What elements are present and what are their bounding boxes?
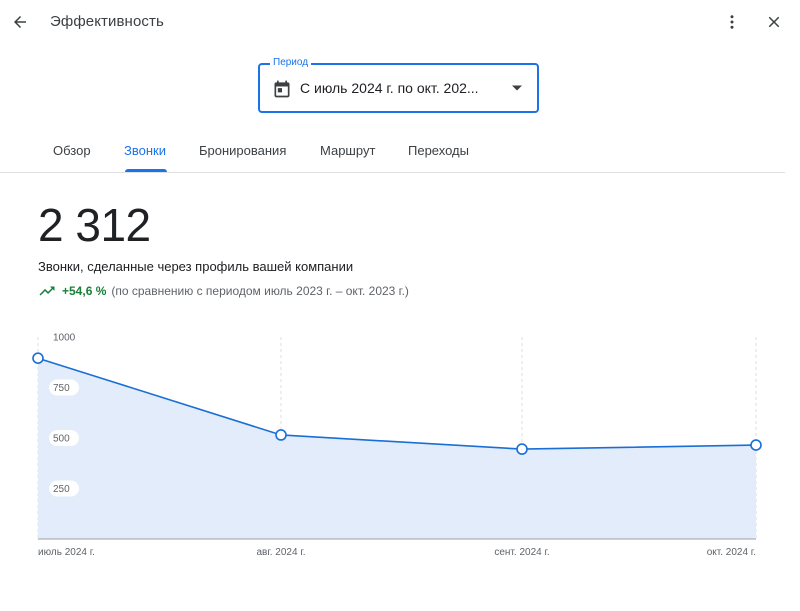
data-point[interactable]: [275, 429, 287, 441]
metric-description: Звонки, сделанные через профиль вашей ко…: [38, 259, 354, 274]
period-label: Период: [270, 56, 312, 70]
tab-bookings[interactable]: Бронирования: [199, 143, 286, 158]
tab-bar: Обзор Звонки Бронирования Маршрут Перехо…: [0, 136, 785, 173]
arrow-back-icon: [14, 16, 26, 28]
page-title: Эффективность: [50, 13, 164, 30]
active-tab-indicator: [125, 169, 167, 172]
close-button[interactable]: [760, 8, 788, 36]
change-row: +54,6 % (по сравнению с периодом июль 20…: [38, 284, 409, 298]
close-icon: [768, 16, 780, 28]
tab-calls[interactable]: Звонки: [124, 143, 166, 158]
data-point[interactable]: [750, 439, 762, 451]
trending-up-icon: [39, 286, 55, 296]
back-button[interactable]: [6, 8, 34, 36]
data-point[interactable]: [32, 352, 44, 365]
comparison-text: (по сравнению с периодом июль 2023 г. – …: [111, 284, 409, 298]
calls-total: 2 312: [38, 199, 151, 251]
chevron-down-icon: [512, 85, 522, 91]
tab-clicks[interactable]: Переходы: [408, 143, 469, 158]
x-tick-label: окт. 2024 г.: [707, 547, 756, 558]
change-percentage: +54,6 %: [62, 284, 107, 298]
more-vert-icon: [730, 15, 734, 29]
y-tick-label: 750: [53, 383, 70, 394]
x-tick-label: авг. 2024 г.: [256, 547, 305, 558]
top-bar: Эффективность: [0, 0, 800, 44]
more-options-button[interactable]: [718, 8, 746, 36]
calls-chart: 1000 750 500 250 июль 2024 г. авг. 2024 г. сен…: [32, 333, 762, 558]
y-tick-label: 1000: [53, 333, 76, 344]
data-point[interactable]: [516, 443, 528, 455]
x-tick-label: июль 2024 г.: [38, 547, 95, 558]
y-tick-label: 250: [53, 484, 70, 495]
series-area: [38, 358, 756, 539]
period-value: С июль 2024 г. по окт. 202...: [300, 80, 479, 96]
x-tick-label: сент. 2024 г.: [494, 547, 549, 558]
period-dropdown[interactable]: Период С июль 2024 г. по окт. 202...: [258, 56, 539, 113]
tab-overview[interactable]: Обзор: [53, 143, 91, 158]
y-tick-label: 500: [53, 434, 70, 445]
tab-route[interactable]: Маршрут: [320, 143, 375, 158]
calendar-icon: [274, 80, 290, 98]
